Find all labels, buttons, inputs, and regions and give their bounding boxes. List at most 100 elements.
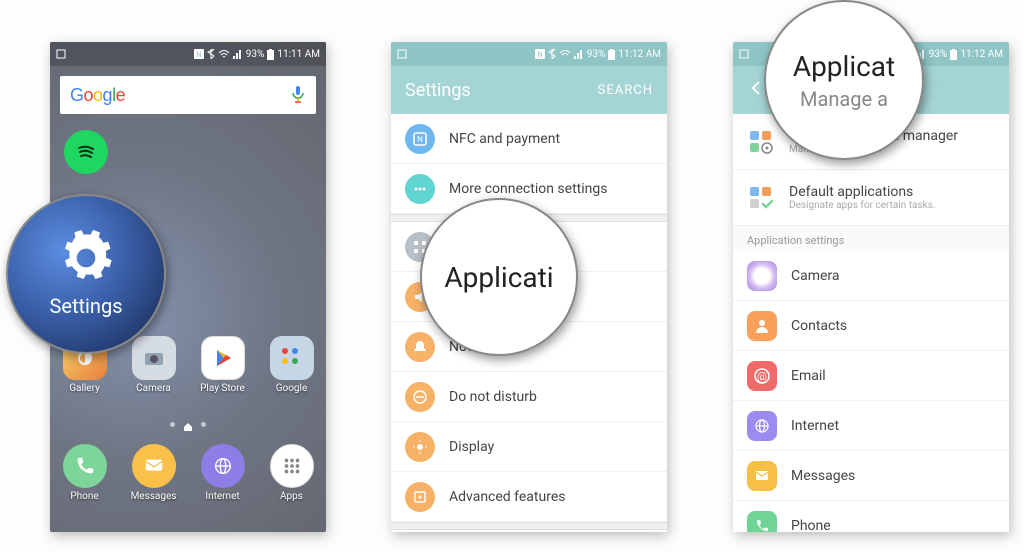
internet-icon xyxy=(201,444,245,488)
app-label: Camera xyxy=(136,383,171,394)
page-indicator[interactable] xyxy=(50,422,326,432)
row-phone[interactable]: Phone xyxy=(733,501,1009,532)
section-label: Application settings xyxy=(733,226,1009,251)
app-google-folder[interactable]: Google xyxy=(262,336,322,394)
clock: 11:12 AM xyxy=(618,49,661,60)
camera-icon xyxy=(132,336,176,380)
row-label: Do not disturb xyxy=(449,389,653,405)
google-search-bar[interactable]: Google xyxy=(60,76,316,114)
card-icon xyxy=(739,49,749,59)
callout-line1: Applicat xyxy=(793,50,895,83)
nfc-row-icon: N xyxy=(405,124,435,154)
bluetooth-icon xyxy=(207,49,215,59)
row-label: Default applications xyxy=(789,184,995,200)
default-apps-icon xyxy=(747,184,775,212)
dock-apps[interactable]: Apps xyxy=(262,444,322,502)
callout-text: Applicati xyxy=(444,261,553,294)
row-nfc[interactable]: N NFC and payment xyxy=(391,114,667,164)
row-messages[interactable]: Messages xyxy=(733,451,1009,501)
row-label: Email xyxy=(791,368,995,384)
phone-icon xyxy=(63,444,107,488)
signal-icon xyxy=(574,49,584,59)
wifi-icon xyxy=(218,49,230,59)
pager-dot[interactable] xyxy=(170,422,175,427)
more-conn-icon xyxy=(405,174,435,204)
row-contacts[interactable]: Contacts xyxy=(733,301,1009,351)
row-label: Messages xyxy=(791,468,995,484)
spotify-app-icon[interactable] xyxy=(64,130,108,174)
camera-app-icon xyxy=(747,261,777,291)
app-label: Apps xyxy=(280,491,303,502)
display-icon xyxy=(405,432,435,462)
app-label: Phone xyxy=(70,491,98,502)
row-display[interactable]: Display xyxy=(391,422,667,472)
dock-phone[interactable]: Phone xyxy=(55,444,115,502)
row-label: More connection settings xyxy=(449,181,653,197)
signal-icon xyxy=(233,49,243,59)
page-title: Settings xyxy=(405,80,471,101)
row-internet[interactable]: Internet xyxy=(733,401,1009,451)
app-label: Messages xyxy=(131,491,177,502)
phone-app-icon xyxy=(747,511,777,533)
search-button[interactable]: SEARCH xyxy=(598,83,653,98)
play-store-icon xyxy=(201,336,245,380)
callout-label: Settings xyxy=(49,294,122,318)
row-camera[interactable]: Camera xyxy=(733,251,1009,301)
callout-line2: Manage a xyxy=(800,87,888,111)
svg-text:@: @ xyxy=(757,370,767,383)
pager-dot[interactable] xyxy=(201,422,206,427)
advanced-icon xyxy=(405,482,435,512)
row-label: Phone xyxy=(791,518,995,533)
app-camera[interactable]: Camera xyxy=(124,336,184,394)
apps-drawer-icon xyxy=(270,444,314,488)
callout-applications: Applicati xyxy=(420,198,578,356)
app-label: Google xyxy=(276,383,308,394)
wifi-icon xyxy=(559,49,571,59)
row-default-apps[interactable]: Default applications Designate apps for … xyxy=(733,170,1009,226)
bluetooth-icon xyxy=(548,49,556,59)
row-label: NFC and payment xyxy=(449,131,653,147)
dock-internet[interactable]: Internet xyxy=(193,444,253,502)
settings-header: Settings SEARCH xyxy=(391,66,667,114)
email-app-icon: @ xyxy=(747,361,777,391)
callout-app-manager: Applicat Manage a xyxy=(764,0,924,160)
row-label: Advanced features xyxy=(449,489,653,505)
battery-icon xyxy=(950,49,957,60)
dock: Phone Messages Internet Apps xyxy=(50,444,326,522)
messages-app-icon xyxy=(747,461,777,491)
nfc-icon: N xyxy=(535,49,545,59)
battery-percent: 93% xyxy=(246,49,265,60)
contacts-app-icon xyxy=(747,311,777,341)
gear-icon xyxy=(58,230,114,286)
row-email[interactable]: @ Email xyxy=(733,351,1009,401)
apps-list[interactable]: Application manager Manage applications … xyxy=(733,114,1009,532)
internet-app-icon xyxy=(747,411,777,441)
dock-messages[interactable]: Messages xyxy=(124,444,184,502)
google-folder-icon xyxy=(270,336,314,380)
home-page-icon[interactable] xyxy=(183,422,193,432)
battery-icon xyxy=(608,49,615,60)
app-label: Play Store xyxy=(200,383,245,394)
svg-text:N: N xyxy=(417,135,423,144)
clock: 11:12 AM xyxy=(960,49,1003,60)
row-wallpaper[interactable]: Wallpaper xyxy=(391,530,667,532)
card-icon xyxy=(56,49,66,59)
battery-percent: 93% xyxy=(929,49,948,60)
status-bar: N 93% 11:12 AM xyxy=(391,42,667,66)
voice-search-icon[interactable] xyxy=(290,85,306,105)
app-play-store[interactable]: Play Store xyxy=(193,336,253,394)
svg-text:N: N xyxy=(196,51,201,59)
app-label: Gallery xyxy=(69,383,100,394)
notifications-icon xyxy=(405,332,435,362)
row-label: Internet xyxy=(791,418,995,434)
row-advanced[interactable]: Advanced features xyxy=(391,472,667,522)
app-label: Internet xyxy=(205,491,239,502)
battery-icon xyxy=(267,49,274,60)
row-sublabel: Designate apps for certain tasks. xyxy=(789,200,995,211)
row-dnd[interactable]: Do not disturb xyxy=(391,372,667,422)
nfc-icon: N xyxy=(194,49,204,59)
battery-percent: 93% xyxy=(587,49,606,60)
section-divider xyxy=(391,522,667,530)
status-bar: N 93% 11:11 AM xyxy=(50,42,326,66)
messages-icon xyxy=(132,444,176,488)
